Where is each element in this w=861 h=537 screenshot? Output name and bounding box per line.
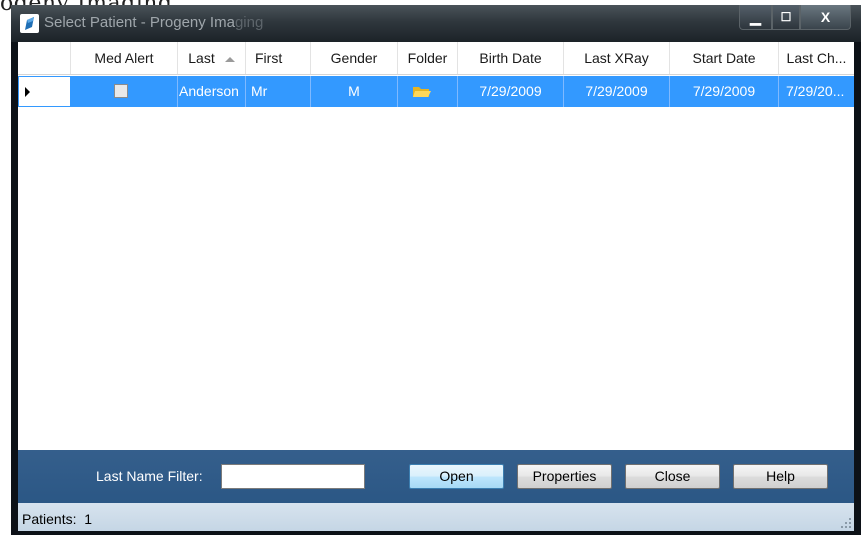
last-name-filter-label: Last Name Filter: (96, 468, 203, 484)
folder-icon[interactable] (412, 85, 432, 99)
column-label: Last Ch... (786, 50, 847, 66)
open-button[interactable]: Open (409, 464, 504, 489)
cell-text: 7/29/2009 (692, 83, 756, 99)
cell-birth-date[interactable]: 7/29/2009 (458, 76, 564, 107)
status-label: Patients: (22, 511, 77, 527)
current-row-indicator-icon (25, 87, 30, 97)
cell-gender[interactable]: M (311, 76, 398, 107)
cell-first[interactable]: Mr (246, 76, 311, 107)
help-button[interactable]: Help (733, 464, 828, 489)
column-header-first[interactable]: First (246, 42, 311, 74)
med-alert-checkbox[interactable] (114, 84, 128, 98)
status-bar: Patients: 1 (18, 503, 854, 531)
row-header-corner (18, 42, 71, 74)
resize-grip-icon[interactable] (840, 517, 852, 529)
patient-count-status: Patients: 1 (22, 511, 92, 527)
minimize-icon: ▁ (750, 8, 761, 25)
column-label: Last XRay (584, 50, 649, 66)
maximize-button[interactable]: ☐ (772, 5, 800, 30)
column-header-birth-date[interactable]: Birth Date (458, 42, 564, 74)
cell-text: 7/29/2009 (479, 83, 542, 99)
column-label: Folder (407, 50, 448, 66)
column-label: Med Alert (94, 50, 154, 66)
cell-folder[interactable] (398, 76, 458, 107)
title-bar[interactable]: Select Patient - Progeny Imaging ▁ ☐ X (11, 5, 861, 42)
column-label: Start Date (692, 50, 756, 66)
row-selector[interactable] (18, 76, 71, 107)
last-name-filter-input[interactable] (221, 464, 365, 489)
window-controls: ▁ ☐ X (739, 5, 851, 33)
column-label: Last (188, 50, 215, 66)
cell-text: 7/29/2009 (585, 83, 648, 99)
patient-count: 1 (84, 511, 93, 527)
cell-text: 7/29/20... (786, 83, 845, 99)
close-button[interactable]: Close (625, 464, 720, 489)
grid-header: Med Alert Last First Gender Folder Birth… (18, 42, 854, 75)
select-patient-window: Select Patient - Progeny Imaging ▁ ☐ X M… (11, 5, 861, 535)
app-logo-icon (20, 14, 39, 33)
column-header-folder[interactable]: Folder (398, 42, 458, 74)
close-window-button[interactable]: X (800, 5, 851, 30)
column-header-last[interactable]: Last (178, 42, 246, 74)
window-title: Select Patient - Progeny Imaging (44, 14, 264, 31)
column-label: Birth Date (479, 50, 542, 66)
cell-last[interactable]: Anderson (178, 76, 246, 107)
table-row[interactable]: Anderson Mr M 7/29/2009 7/29/2009 7/29/2… (18, 76, 854, 107)
properties-button[interactable]: Properties (517, 464, 612, 489)
cell-text: Anderson (179, 83, 239, 99)
close-icon: X (820, 9, 831, 25)
column-header-gender[interactable]: Gender (311, 42, 398, 74)
filter-bar: Last Name Filter: Open Properties Close … (18, 450, 854, 503)
cell-med-alert[interactable] (71, 76, 178, 107)
column-header-med-alert[interactable]: Med Alert (71, 42, 178, 74)
column-label: Gender (330, 50, 378, 66)
column-header-start-date[interactable]: Start Date (670, 42, 779, 74)
maximize-icon: ☐ (780, 10, 792, 24)
cell-start-date[interactable]: 7/29/2009 (670, 76, 779, 107)
cell-last-change[interactable]: 7/29/20... (779, 76, 854, 107)
cell-text: M (348, 83, 360, 99)
column-header-last-xray[interactable]: Last XRay (564, 42, 670, 74)
column-label: First (255, 50, 283, 66)
cell-text: Mr (251, 83, 268, 99)
cell-last-xray[interactable]: 7/29/2009 (564, 76, 670, 107)
column-header-last-change[interactable]: Last Ch... (779, 42, 854, 74)
sort-ascending-icon (224, 56, 235, 62)
patient-grid[interactable]: Med Alert Last First Gender Folder Birth… (18, 42, 854, 450)
minimize-button[interactable]: ▁ (739, 5, 772, 30)
